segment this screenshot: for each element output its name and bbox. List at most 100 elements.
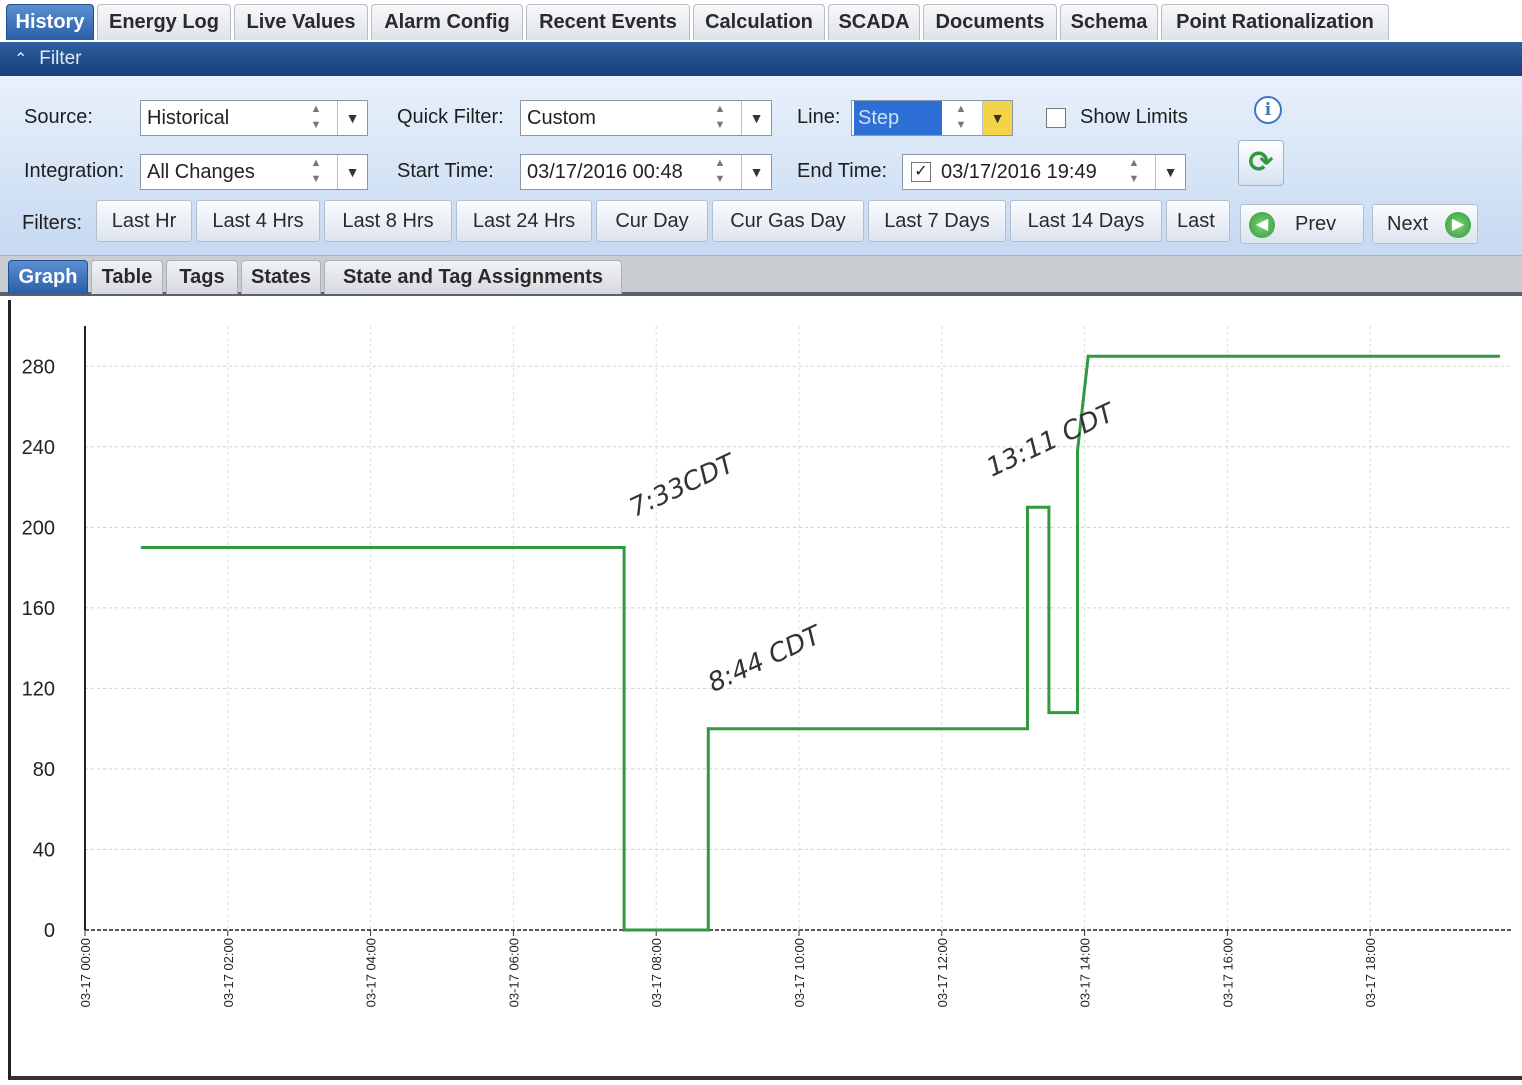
next-button[interactable]: Next ▶: [1372, 204, 1478, 244]
tab-states[interactable]: States: [241, 260, 321, 294]
data-point: [1497, 354, 1501, 358]
tab-alarm-config[interactable]: Alarm Config: [371, 4, 523, 40]
source-select[interactable]: Historical ▲ ▼ ▼: [140, 100, 368, 136]
tab-calculation[interactable]: Calculation: [693, 4, 825, 40]
chevron-down-icon[interactable]: ▼: [741, 101, 771, 135]
y-tick-label: 0: [44, 920, 55, 942]
spinner-icon[interactable]: ▲ ▼: [946, 101, 976, 135]
integration-value: All Changes: [147, 161, 255, 183]
x-tick-label: 03-17 00:00: [78, 938, 93, 1007]
y-tick-label: 80: [33, 759, 55, 781]
chart-svg: 0 40 80 120 160 200 240 280 03-17 00:00 03-17 02:…: [22, 326, 1513, 1007]
x-tick-label: 03-17 16:00: [1220, 938, 1235, 1007]
filter-last-button[interactable]: Last: [1166, 200, 1230, 242]
end-time-field[interactable]: ✓ 03/17/2016 19:49 ▲ ▼ ▼: [902, 154, 1186, 190]
filter-cur-gas-day-button[interactable]: Cur Gas Day: [712, 200, 864, 242]
data-point: [140, 545, 144, 549]
tab-schema[interactable]: Schema: [1060, 4, 1158, 40]
start-time-label: Start Time:: [397, 160, 494, 182]
tab-live-values[interactable]: Live Values: [234, 4, 368, 40]
quick-filter-value: Custom: [527, 107, 596, 129]
tab-table[interactable]: Table: [91, 260, 163, 294]
data-point: [1075, 711, 1079, 715]
spinner-icon[interactable]: ▲ ▼: [705, 155, 735, 189]
quick-filter-select[interactable]: Custom ▲ ▼ ▼: [520, 100, 772, 136]
filter-last-7-days-button[interactable]: Last 7 Days: [868, 200, 1006, 242]
line-label: Line:: [797, 106, 841, 128]
show-limits-checkbox[interactable]: [1046, 108, 1066, 128]
data-point: [1025, 505, 1029, 509]
data-point: [706, 928, 710, 932]
filter-header-label: Filter: [39, 48, 82, 69]
arrow-right-icon: ▶: [1445, 212, 1471, 238]
tab-recent-events[interactable]: Recent Events: [526, 4, 690, 40]
filter-cur-day-button[interactable]: Cur Day: [596, 200, 708, 242]
tab-energy-log[interactable]: Energy Log: [97, 4, 231, 40]
tab-state-and-tag-assignments[interactable]: State and Tag Assignments: [324, 260, 622, 294]
info-icon[interactable]: i: [1254, 96, 1282, 124]
show-limits-label: Show Limits: [1080, 106, 1188, 128]
next-label: Next: [1387, 213, 1429, 235]
top-tab-bar: History Energy Log Live Values Alarm Con…: [0, 0, 1522, 42]
integration-select[interactable]: All Changes ▲ ▼ ▼: [140, 154, 368, 190]
chevron-down-icon[interactable]: ▼: [337, 155, 367, 189]
filter-last-4-hrs-button[interactable]: Last 4 Hrs: [196, 200, 320, 242]
chevron-up-icon[interactable]: ⌃: [14, 43, 34, 77]
y-tick-label: 200: [22, 517, 55, 539]
data-point: [622, 545, 626, 549]
spinner-icon[interactable]: ▲ ▼: [705, 101, 735, 135]
annotation-label: 8:44 CDT: [704, 620, 828, 699]
spinner-icon[interactable]: ▲ ▼: [1119, 155, 1149, 189]
data-point: [1025, 727, 1029, 731]
tab-history[interactable]: History: [6, 4, 94, 40]
data-point: [622, 928, 626, 932]
annotation-label: 7:33CDT: [625, 448, 742, 524]
x-tick-label: 03-17 06:00: [506, 938, 521, 1007]
y-tick-label: 160: [22, 598, 55, 620]
spinner-icon[interactable]: ▲ ▼: [301, 155, 331, 189]
tab-scada[interactable]: SCADA: [828, 4, 920, 40]
tab-graph[interactable]: Graph: [8, 260, 88, 294]
filter-last-hr-button[interactable]: Last Hr: [96, 200, 192, 242]
chevron-down-icon[interactable]: ▼: [741, 155, 771, 189]
y-tick-label: 280: [22, 356, 55, 378]
source-value: Historical: [147, 107, 230, 129]
data-point: [1075, 449, 1079, 453]
view-tab-bar: Graph Table Tags States State and Tag As…: [0, 256, 1522, 296]
start-time-field[interactable]: 03/17/2016 00:48 ▲ ▼ ▼: [520, 154, 772, 190]
history-chart[interactable]: 0 40 80 120 160 200 240 280 03-17 00:00 03-17 02:…: [8, 300, 1522, 1080]
x-tick-label: 03-17 14:00: [1078, 938, 1093, 1007]
tab-documents[interactable]: Documents: [923, 4, 1057, 40]
tab-point-rationalization[interactable]: Point Rationalization: [1161, 4, 1389, 40]
chevron-down-icon[interactable]: ▼: [337, 101, 367, 135]
filter-last-14-days-button[interactable]: Last 14 Days: [1010, 200, 1162, 242]
x-tick-label: 03-17 10:00: [792, 938, 807, 1007]
x-tick-label: 03-17 04:00: [364, 938, 379, 1007]
prev-label: Prev: [1295, 213, 1337, 235]
data-point: [706, 727, 710, 731]
data-point: [1086, 354, 1090, 358]
x-tick-label: 03-17 08:00: [649, 938, 664, 1007]
y-tick-label: 120: [22, 678, 55, 700]
tab-tags[interactable]: Tags: [166, 260, 238, 294]
chevron-down-icon[interactable]: ▼: [982, 101, 1012, 135]
end-time-value: 03/17/2016 19:49: [941, 161, 1097, 183]
integration-label: Integration:: [24, 160, 125, 182]
filters-label: Filters:: [22, 212, 82, 234]
quick-filter-label: Quick Filter:: [397, 106, 504, 128]
x-tick-label: 03-17 12:00: [935, 938, 950, 1007]
filter-last-24-hrs-button[interactable]: Last 24 Hrs: [456, 200, 592, 242]
spinner-icon[interactable]: ▲ ▼: [301, 101, 331, 135]
end-time-checkbox[interactable]: ✓: [911, 162, 931, 182]
y-tick-label: 40: [33, 839, 55, 861]
filter-header[interactable]: ⌃ Filter: [0, 42, 1522, 76]
data-point: [1047, 711, 1051, 715]
chevron-down-icon[interactable]: ▼: [1155, 155, 1185, 189]
filter-last-8-hrs-button[interactable]: Last 8 Hrs: [324, 200, 452, 242]
x-tick-label: 03-17 02:00: [221, 938, 236, 1007]
refresh-icon[interactable]: ⟳: [1238, 140, 1284, 186]
start-time-value: 03/17/2016 00:48: [527, 161, 683, 183]
prev-button[interactable]: ◀ Prev: [1240, 204, 1364, 244]
line-value: Step: [854, 101, 942, 135]
line-select[interactable]: Step ▲ ▼ ▼: [851, 100, 1013, 136]
